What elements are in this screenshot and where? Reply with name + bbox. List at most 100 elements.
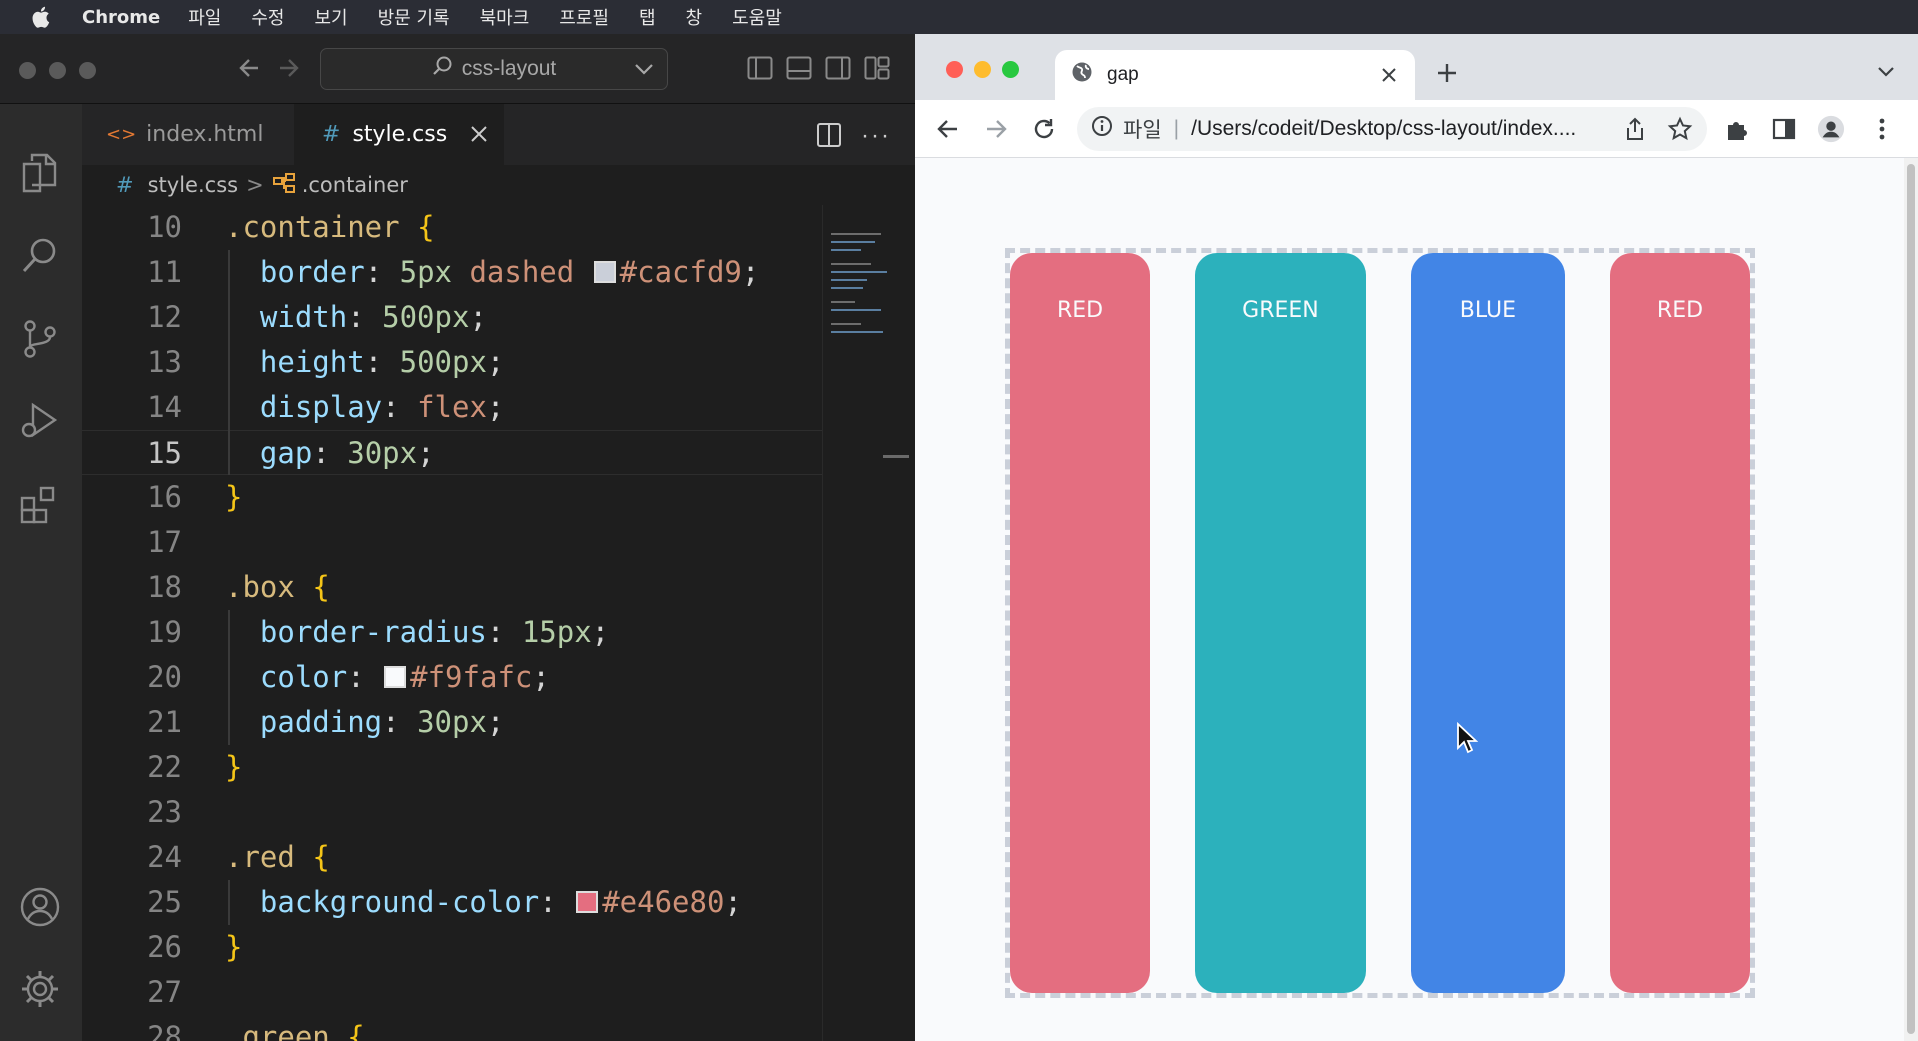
split-editor-icon[interactable] [816, 122, 842, 153]
scrollbar-thumb[interactable] [1907, 164, 1915, 1034]
command-center-search[interactable]: css-layout [320, 48, 668, 90]
line-number: 15 [147, 436, 182, 470]
line-number: 12 [147, 300, 182, 334]
menubar-item-view[interactable]: 보기 [314, 4, 347, 30]
code-line[interactable]: 11 border: 5px dashed #cacfd9; [82, 250, 822, 295]
code-token: } [225, 930, 243, 964]
box-blue-3: BLUE [1410, 253, 1565, 993]
tab-search-chevron-icon[interactable] [1875, 64, 1897, 85]
code-line[interactable]: 28 .green { [82, 1015, 822, 1041]
window-zoom-button[interactable] [79, 62, 96, 79]
tab-index-html[interactable]: <> index.html [82, 104, 294, 165]
code-token: border [225, 255, 365, 289]
close-icon[interactable] [468, 123, 490, 151]
explorer-icon[interactable] [17, 150, 63, 196]
bookmark-star-icon[interactable] [1667, 116, 1693, 148]
css-file-icon: # [116, 173, 134, 197]
line-number: 10 [147, 210, 182, 244]
menubar-item-window[interactable]: 창 [686, 4, 703, 30]
code-editor[interactable]: 10 .container {11 border: 5px dashed #cac… [82, 205, 822, 1041]
code-line[interactable]: 16} [82, 475, 822, 520]
apple-icon[interactable] [24, 0, 60, 34]
code-line[interactable]: 12 width: 500px; [82, 295, 822, 340]
code-line[interactable]: 23 [82, 790, 822, 835]
share-icon[interactable] [1623, 116, 1647, 148]
breadcrumb: # style.css > .container [82, 165, 915, 205]
accounts-icon[interactable] [17, 884, 63, 930]
window-close-button[interactable] [19, 62, 36, 79]
color-swatch[interactable] [384, 666, 407, 688]
tab-label: index.html [146, 122, 264, 147]
window-zoom-button[interactable] [1002, 61, 1019, 78]
breadcrumb-file[interactable]: style.css [148, 173, 238, 197]
browser-tab-gap[interactable]: gap [1055, 50, 1415, 100]
search-icon[interactable] [17, 232, 63, 278]
toggle-panel-icon[interactable] [786, 56, 812, 85]
gear-icon[interactable] [17, 966, 63, 1012]
run-and-debug-icon[interactable] [17, 398, 63, 444]
back-arrow-icon[interactable] [236, 52, 264, 89]
code-line[interactable]: 25 background-color: #e46e80; [82, 880, 822, 925]
line-number: 14 [147, 390, 182, 424]
chrome-toolbar: 파일 | /Users/codeit/Desktop/css-layout/in… [915, 100, 1918, 158]
page-scrollbar[interactable] [1904, 158, 1918, 1041]
window-minimize-button[interactable] [49, 62, 66, 79]
new-tab-icon[interactable] [1435, 61, 1459, 90]
more-actions-icon[interactable]: ··· [861, 122, 891, 150]
back-arrow-icon[interactable] [934, 115, 962, 143]
kebab-menu-icon[interactable] [1868, 115, 1896, 143]
breadcrumb-separator: > [246, 173, 264, 197]
code-line[interactable]: 15 gap: 30px; [82, 430, 822, 475]
code-line[interactable]: 26} [82, 925, 822, 970]
code-line[interactable]: 19 border-radius: 15px; [82, 610, 822, 655]
line-number: 20 [147, 660, 182, 694]
code-token: { [312, 840, 330, 874]
code-line[interactable]: 22} [82, 745, 822, 790]
info-icon[interactable] [1091, 115, 1113, 143]
code-line[interactable]: 14 display: flex; [82, 385, 822, 430]
forward-arrow-icon[interactable] [274, 52, 302, 89]
code-line[interactable]: 27 [82, 970, 822, 1015]
toggle-secondary-sidebar-icon[interactable] [825, 56, 851, 85]
tab-style-css[interactable]: # style.css [294, 104, 504, 165]
menubar-item-file[interactable]: 파일 [188, 4, 221, 30]
window-close-button[interactable] [946, 61, 963, 78]
code-line[interactable]: 17 [82, 520, 822, 565]
menubar-item-edit[interactable]: 수정 [251, 4, 284, 30]
menubar-app-name[interactable]: Chrome [82, 7, 160, 28]
menubar-item-tab[interactable]: 탭 [639, 4, 656, 30]
forward-arrow-icon[interactable] [982, 115, 1010, 143]
line-number: 22 [147, 750, 182, 784]
extensions-puzzle-icon[interactable] [1723, 115, 1751, 143]
source-control-icon[interactable] [17, 316, 63, 362]
breadcrumb-symbol[interactable]: .container [302, 173, 408, 197]
line-number: 23 [147, 795, 182, 829]
profile-avatar-icon[interactable] [1817, 115, 1845, 143]
menubar-item-help[interactable]: 도움말 [732, 4, 782, 30]
minimap[interactable] [822, 205, 915, 1041]
code-line[interactable]: 10 .container { [82, 205, 822, 250]
customize-layout-icon[interactable] [864, 56, 890, 85]
code-token: 500px [382, 300, 470, 334]
side-panel-icon[interactable] [1770, 115, 1798, 143]
color-swatch[interactable] [576, 891, 599, 913]
code-token: : [364, 255, 400, 289]
close-icon[interactable] [1379, 65, 1399, 91]
address-bar[interactable]: 파일 | /Users/codeit/Desktop/css-layout/in… [1077, 107, 1707, 151]
editor-tab-bar: <> index.html # style.css ··· [82, 104, 915, 165]
chevron-down-icon[interactable] [633, 59, 655, 85]
menubar-item-history[interactable]: 방문 기록 [378, 4, 450, 30]
code-line[interactable]: 13 height: 500px; [82, 340, 822, 385]
toggle-primary-sidebar-icon[interactable] [747, 56, 773, 85]
code-line[interactable]: 18 .box { [82, 565, 822, 610]
extensions-icon[interactable] [17, 482, 63, 528]
menubar-item-bookmarks[interactable]: 북마크 [480, 4, 530, 30]
code-line[interactable]: 20 color: #f9fafc; [82, 655, 822, 700]
code-line[interactable]: 21 padding: 30px; [82, 700, 822, 745]
reload-icon[interactable] [1030, 115, 1058, 143]
color-swatch[interactable] [593, 261, 616, 283]
menubar-item-profiles[interactable]: 프로필 [559, 4, 609, 30]
window-minimize-button[interactable] [974, 61, 991, 78]
code-line[interactable]: 24 .red { [82, 835, 822, 880]
code-token: background-color [225, 885, 540, 919]
